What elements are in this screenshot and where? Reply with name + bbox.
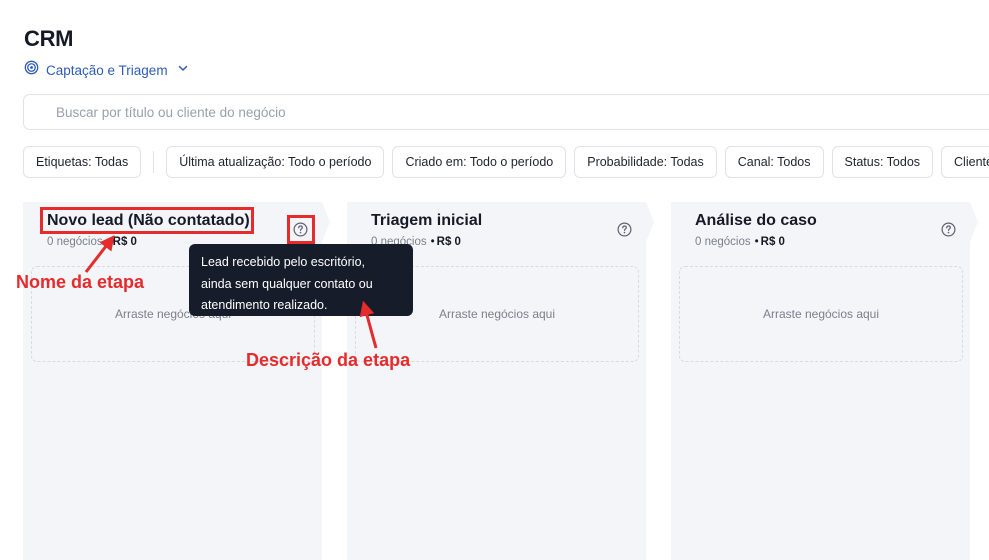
annotation-arrows [84, 235, 378, 349]
arrow-to-stage-description [359, 300, 378, 349]
annotation-stage-description: Descrição da etapa [246, 350, 411, 370]
arrow-to-stage-name [84, 235, 115, 273]
annotation-stage-name: Nome da etapa [16, 272, 145, 292]
